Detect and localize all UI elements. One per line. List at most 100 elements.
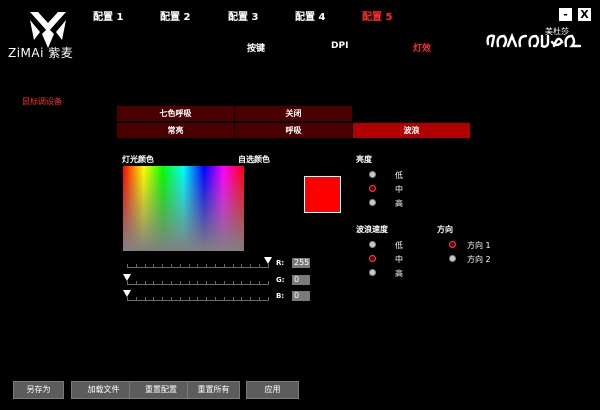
slider-tick (267, 281, 269, 284)
brightness-high-radio[interactable] (369, 199, 376, 206)
green-slider[interactable] (127, 276, 269, 285)
direction-2-label: 方向 2 (467, 255, 491, 264)
slider-tick (241, 264, 243, 267)
slider-tick (162, 281, 164, 284)
slider-tick (144, 264, 146, 267)
brightness-low-radio[interactable] (369, 171, 376, 178)
blue-value[interactable]: 0 (292, 291, 310, 301)
slider-tick (127, 264, 128, 267)
save-as-button[interactable]: 另存为 (13, 381, 64, 399)
slider-tick (232, 264, 234, 267)
slider-tick (162, 264, 164, 267)
tab-profile-5[interactable]: 配置 5 (362, 8, 392, 23)
green-label: G: (276, 276, 285, 284)
direction-2-radio[interactable] (449, 255, 456, 262)
direction-1-label: 方向 1 (467, 241, 491, 250)
brightness-low-label: 低 (395, 171, 403, 180)
slider-tick (215, 281, 216, 284)
slider-tick (135, 297, 137, 300)
tab-profile-2[interactable]: 配置 2 (160, 8, 190, 23)
apply-button[interactable]: 应用 (246, 381, 299, 399)
slider-tick (215, 297, 216, 300)
tab-profile-1[interactable]: 配置 1 (93, 8, 123, 23)
reset-profile-button[interactable]: 重置配置 (129, 381, 193, 399)
red-slider[interactable] (127, 259, 269, 268)
device-label: 鼠标调设备 (22, 97, 62, 106)
slider-tick (250, 297, 252, 300)
speed-mid-label: 中 (395, 255, 403, 264)
slider-tick (259, 264, 260, 267)
wave-speed-label: 波浪速度 (356, 225, 388, 234)
red-slider-thumb[interactable] (264, 257, 272, 264)
tab-profile-4[interactable]: 配置 4 (295, 8, 325, 23)
slider-tick (267, 264, 269, 267)
slider-tick (179, 264, 181, 267)
green-value[interactable]: 0 (292, 275, 310, 285)
load-file-button[interactable]: 加载文件 (71, 381, 136, 399)
medusa-logo-icon (486, 32, 582, 48)
speed-high-label: 高 (395, 269, 403, 278)
speed-low-label: 低 (395, 241, 403, 250)
slider-tick (241, 297, 243, 300)
speed-mid-radio[interactable] (369, 255, 376, 262)
tab-profile-3[interactable]: 配置 3 (228, 8, 258, 23)
brightness-high-label: 高 (395, 199, 403, 208)
product-name: 美杜莎 (545, 27, 569, 36)
subtab-dpi[interactable]: DPI (331, 41, 348, 51)
mode-seven-color-breathing[interactable]: 七色呼吸 (117, 106, 234, 121)
slider-tick (153, 297, 155, 300)
brand-name: ZiMAi 紫麦 (8, 46, 74, 60)
green-slider-thumb[interactable] (123, 274, 131, 281)
blue-slider-thumb[interactable] (123, 290, 131, 297)
slider-tick (188, 264, 190, 267)
mode-wave[interactable]: 波浪 (353, 123, 470, 138)
reset-all-button[interactable]: 重置所有 (187, 381, 240, 399)
blue-label: B: (276, 292, 285, 300)
slider-tick (153, 264, 155, 267)
slider-tick (144, 281, 146, 284)
mode-row-2: 常亮 呼吸 波浪 (117, 123, 470, 138)
slider-tick (215, 264, 216, 267)
brightness-label: 亮度 (356, 155, 372, 164)
slider-tick (153, 281, 155, 284)
slider-tick (197, 297, 199, 300)
slider-tick (197, 281, 199, 284)
direction-label: 方向 (437, 225, 453, 234)
blue-slider[interactable] (127, 292, 269, 301)
slider-tick (232, 297, 234, 300)
speed-high-radio[interactable] (369, 269, 376, 276)
slider-tick (179, 281, 181, 284)
slider-tick (232, 281, 234, 284)
color-palette[interactable] (123, 166, 244, 251)
mode-steady[interactable]: 常亮 (117, 123, 234, 138)
slider-tick (188, 297, 190, 300)
slider-tick (127, 281, 128, 284)
brightness-mid-radio[interactable] (369, 185, 376, 192)
slider-tick (171, 264, 172, 267)
red-value[interactable]: 255 (292, 258, 310, 268)
slider-tick (162, 297, 164, 300)
slider-tick (144, 297, 146, 300)
light-color-label: 灯光颜色 (122, 155, 154, 164)
subtab-keys[interactable]: 按键 (247, 41, 265, 54)
slider-tick (259, 297, 260, 300)
slider-tick (171, 281, 172, 284)
slider-tick (250, 264, 252, 267)
slider-tick (127, 297, 128, 300)
subtab-lighting[interactable]: 灯效 (413, 41, 431, 54)
red-label: R: (276, 259, 285, 267)
slider-tick (197, 264, 199, 267)
slider-tick (241, 281, 243, 284)
slider-tick (188, 281, 190, 284)
close-button[interactable]: X (578, 8, 591, 21)
mode-off[interactable]: 关闭 (235, 106, 352, 121)
slider-tick (223, 297, 225, 300)
mode-row-1: 七色呼吸 关闭 (117, 106, 470, 121)
slider-tick (171, 297, 172, 300)
mode-breathing[interactable]: 呼吸 (235, 123, 352, 138)
direction-1-radio[interactable] (449, 241, 456, 248)
speed-low-radio[interactable] (369, 241, 376, 248)
slider-tick (135, 264, 137, 267)
minimize-button[interactable]: - (559, 8, 572, 21)
color-swatch[interactable] (304, 176, 341, 213)
